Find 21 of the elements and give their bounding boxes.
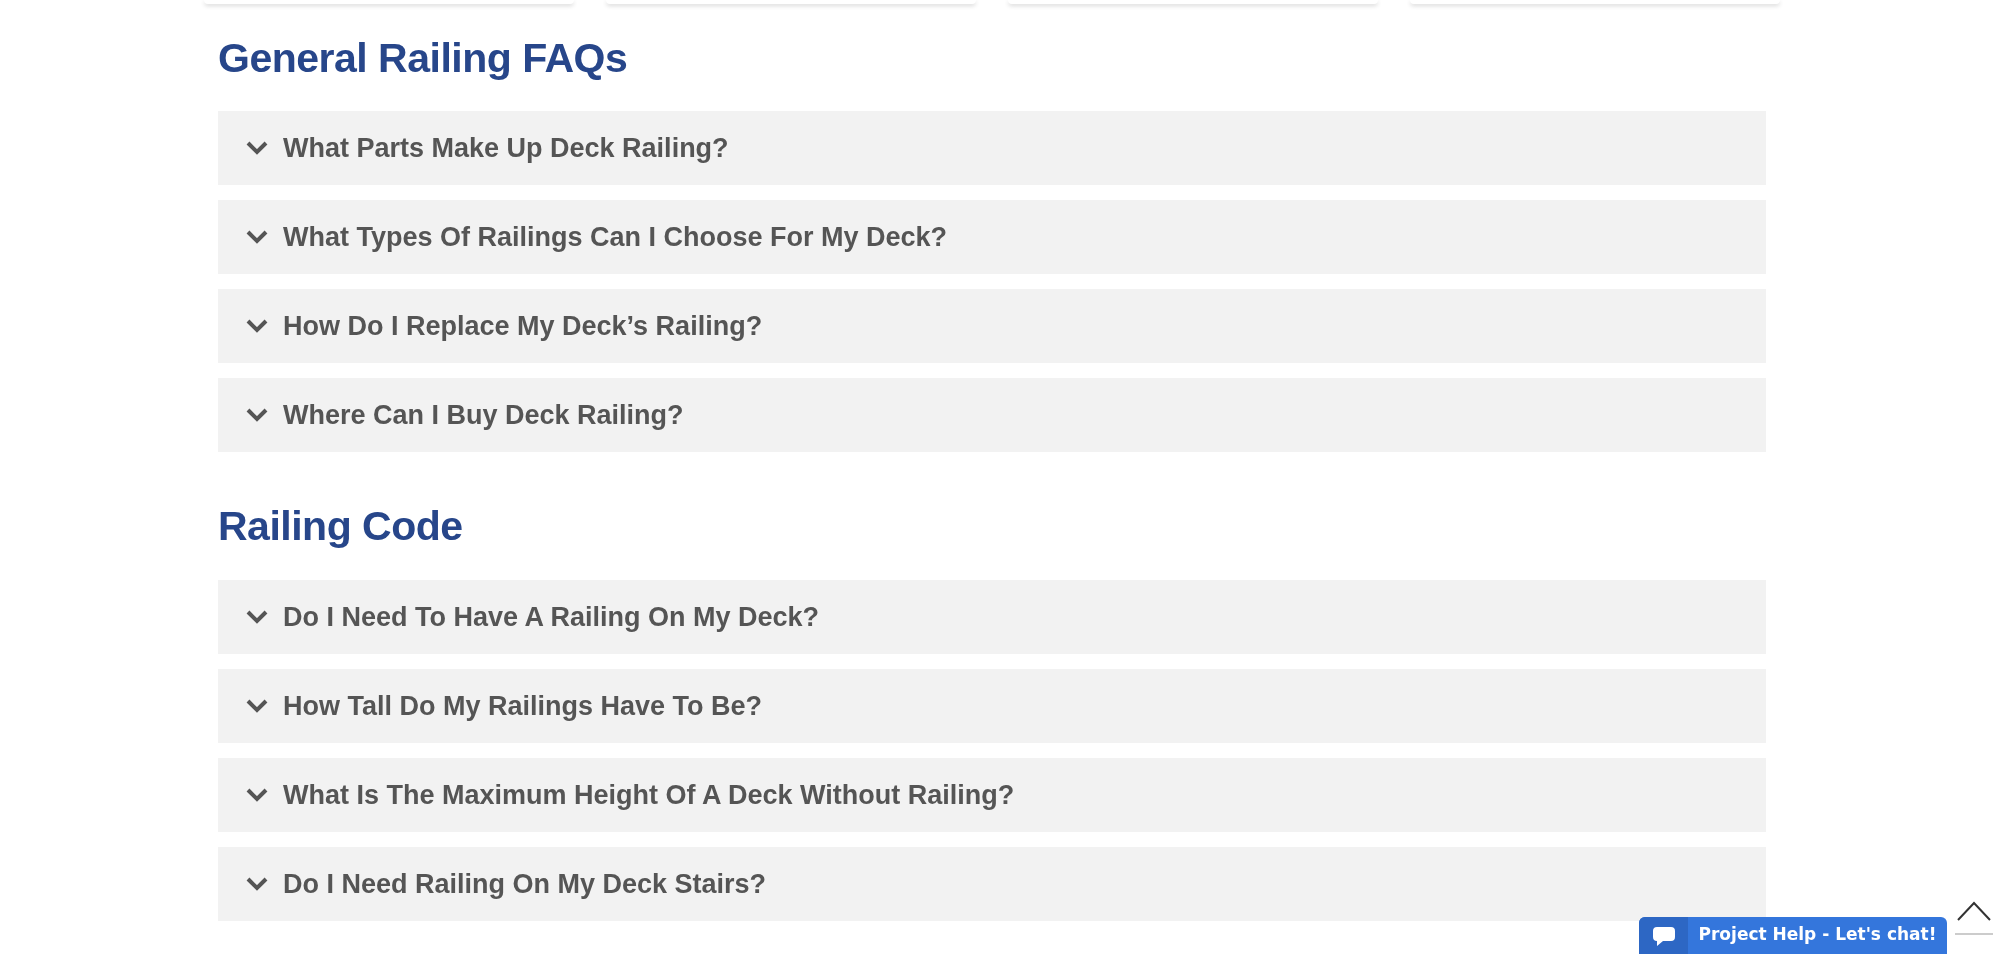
faq-item[interactable]: Do I Need Railing On My Deck Stairs? [218, 847, 1766, 921]
faq-item[interactable]: What Parts Make Up Deck Railing? [218, 111, 1766, 185]
faq-item[interactable]: How Do I Replace My Deck’s Railing? [218, 289, 1766, 363]
chevron-down-icon [245, 140, 269, 156]
section-heading: General Railing FAQs [218, 34, 629, 83]
faq-item[interactable]: What Is The Maximum Height Of A Deck Without Railing? [218, 758, 1766, 832]
scroll-to-top-icon [1955, 900, 1993, 936]
faq-item[interactable]: Where Can I Buy Deck Railing? [218, 378, 1766, 452]
chevron-down-icon [245, 787, 269, 803]
chevron-down-icon [245, 407, 269, 423]
faq-item[interactable]: How Tall Do My Railings Have To Be? [218, 669, 1766, 743]
chevron-down-icon [245, 609, 269, 625]
faq-item[interactable]: Do I Need To Have A Railing On My Deck? [218, 580, 1766, 654]
section-heading: Railing Code [218, 502, 464, 551]
faq-item[interactable]: What Types Of Railings Can I Choose For My Deck? [218, 200, 1766, 274]
chat-bubble-icon [1651, 926, 1676, 948]
chat-button[interactable]: Project Help - Let's chat! [1639, 917, 1947, 954]
chevron-down-icon [245, 229, 269, 245]
chevron-down-icon [245, 698, 269, 714]
chevron-down-icon [245, 318, 269, 334]
chevron-down-icon [245, 876, 269, 892]
